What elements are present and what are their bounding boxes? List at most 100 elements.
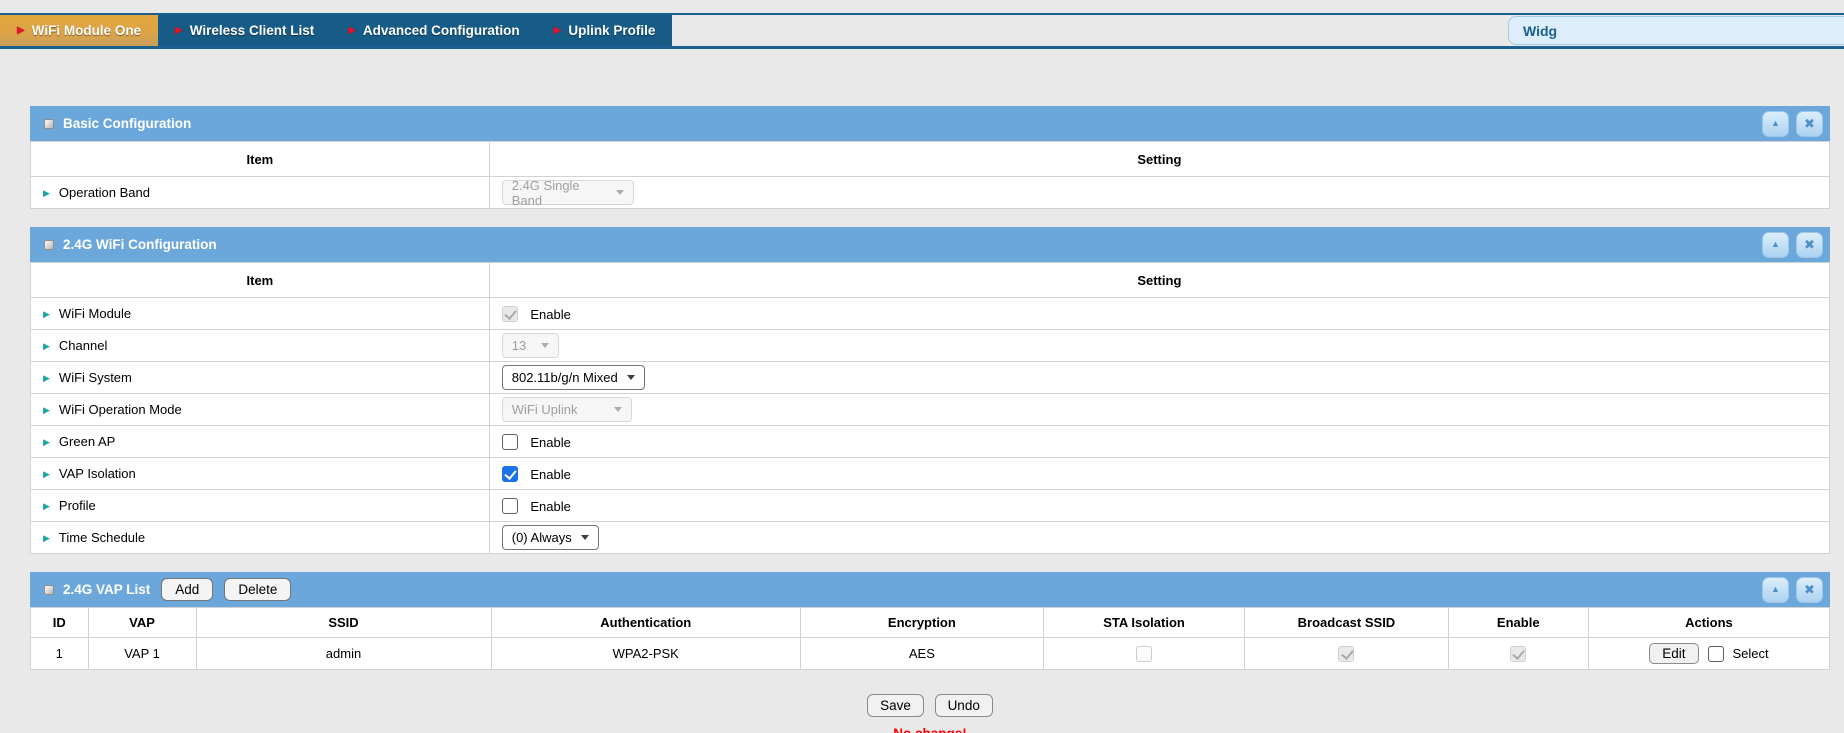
table-row: ▶Channel 13 — [31, 330, 1830, 362]
tab-advanced-configuration[interactable]: ▶ Advanced Configuration — [331, 15, 536, 46]
table-row: ▶WiFi Module Enable — [31, 298, 1830, 330]
wifi-module-enable-checkbox[interactable] — [502, 306, 518, 322]
wifi-operation-mode-label: ▶WiFi Operation Mode — [31, 394, 490, 426]
wifi-configuration-section: 2.4G WiFi Configuration ▲ ✖ Item Setting… — [30, 227, 1830, 554]
chevron-down-icon — [614, 407, 622, 412]
vap-enable-checkbox[interactable] — [1510, 646, 1526, 662]
vap-table-row: 1 VAP 1 admin WPA2-PSK AES Edit — [31, 638, 1830, 670]
tab-label: WiFi Module One — [32, 23, 141, 38]
status-message: No change! — [30, 726, 1830, 733]
column-header-ssid: SSID — [196, 608, 491, 638]
undo-button[interactable]: Undo — [935, 694, 993, 717]
delete-button[interactable]: Delete — [224, 578, 291, 601]
collapse-button[interactable]: ▲ — [1762, 232, 1789, 258]
section-square-icon — [44, 119, 54, 129]
operation-band-label: ▶Operation Band — [31, 177, 490, 209]
table-row: ▶Operation Band 2.4G Single Band — [31, 177, 1830, 209]
basic-configuration-header: Basic Configuration ▲ ✖ — [30, 106, 1830, 141]
operation-band-select[interactable]: 2.4G Single Band — [502, 180, 634, 205]
row-bullet-icon: ▶ — [43, 469, 50, 479]
row-bullet-icon: ▶ — [43, 533, 50, 543]
tab-uplink-profile[interactable]: ▶ Uplink Profile — [537, 15, 673, 46]
column-header-setting: Setting — [489, 142, 1829, 177]
basic-configuration-section: Basic Configuration ▲ ✖ Item Setting ▶Op… — [30, 106, 1830, 209]
vap-table-header-row: ID VAP SSID Authentication Encryption ST… — [31, 608, 1830, 638]
column-header-encryption: Encryption — [800, 608, 1043, 638]
nav-row: ▶ WiFi Module One ▶ Wireless Client List… — [0, 15, 1844, 46]
tab-label: Wireless Client List — [190, 23, 314, 38]
channel-select[interactable]: 13 — [502, 333, 559, 358]
vap-isolation-enable-checkbox[interactable] — [502, 466, 518, 482]
tab-arrow-icon: ▶ — [348, 26, 356, 36]
tab-label: Advanced Configuration — [363, 23, 520, 38]
top-bar: ▶ WiFi Module One ▶ Wireless Client List… — [0, 0, 1844, 49]
column-header-item: Item — [31, 142, 490, 177]
section-title: Basic Configuration — [63, 116, 191, 131]
select-checkbox[interactable] — [1708, 646, 1724, 662]
vap-list-table: ID VAP SSID Authentication Encryption ST… — [30, 607, 1830, 670]
collapse-arrow-icon: ▲ — [1771, 119, 1780, 128]
close-button[interactable]: ✖ — [1796, 111, 1823, 137]
broadcast-ssid-checkbox[interactable] — [1338, 646, 1354, 662]
column-header-authentication: Authentication — [491, 608, 800, 638]
chevron-down-icon — [616, 190, 624, 195]
basic-configuration-table: Item Setting ▶Operation Band 2.4G Single… — [30, 141, 1830, 209]
nav-tabs: ▶ WiFi Module One ▶ Wireless Client List… — [0, 15, 672, 46]
row-bullet-icon: ▶ — [43, 437, 50, 447]
chevron-down-icon — [581, 535, 589, 540]
time-schedule-select[interactable]: (0) Always — [502, 525, 599, 550]
column-header-item: Item — [31, 263, 490, 298]
collapse-button[interactable]: ▲ — [1762, 577, 1789, 603]
tab-wireless-client-list[interactable]: ▶ Wireless Client List — [158, 15, 331, 46]
row-bullet-icon: ▶ — [43, 341, 50, 351]
vap-list-section: 2.4G VAP List Add Delete ▲ ✖ ID VAP SSID… — [30, 572, 1830, 670]
time-schedule-label: ▶Time Schedule — [31, 522, 490, 554]
profile-enable-checkbox[interactable] — [502, 498, 518, 514]
add-button[interactable]: Add — [161, 578, 213, 601]
wifi-configuration-header: 2.4G WiFi Configuration ▲ ✖ — [30, 227, 1830, 262]
checkbox-label: Enable — [530, 435, 570, 450]
green-ap-enable-checkbox[interactable] — [502, 434, 518, 450]
close-icon: ✖ — [1804, 583, 1815, 596]
table-row: ▶VAP Isolation Enable — [31, 458, 1830, 490]
vap-id-cell: 1 — [31, 638, 89, 670]
wifi-system-select[interactable]: 802.11b/g/n Mixed — [502, 365, 645, 390]
column-header-broadcast-ssid: Broadcast SSID — [1245, 608, 1448, 638]
tab-label: Uplink Profile — [568, 23, 655, 38]
column-header-vap: VAP — [88, 608, 196, 638]
vap-isolation-label: ▶VAP Isolation — [31, 458, 490, 490]
tab-arrow-icon: ▶ — [554, 26, 562, 36]
checkbox-label: Enable — [530, 499, 570, 514]
row-bullet-icon: ▶ — [43, 188, 50, 198]
main-content: Basic Configuration ▲ ✖ Item Setting ▶Op… — [30, 106, 1830, 670]
edit-button[interactable]: Edit — [1649, 643, 1698, 664]
profile-label: ▶Profile — [31, 490, 490, 522]
close-button[interactable]: ✖ — [1796, 232, 1823, 258]
chevron-down-icon — [627, 375, 635, 380]
close-button[interactable]: ✖ — [1796, 577, 1823, 603]
row-bullet-icon: ▶ — [43, 309, 50, 319]
vap-name-cell: VAP 1 — [88, 638, 196, 670]
wifi-operation-mode-select[interactable]: WiFi Uplink — [502, 397, 632, 422]
column-header-enable: Enable — [1448, 608, 1588, 638]
column-header-actions: Actions — [1588, 608, 1829, 638]
vap-encryption-cell: AES — [800, 638, 1043, 670]
sta-isolation-checkbox[interactable] — [1136, 646, 1152, 662]
tab-arrow-icon: ▶ — [17, 26, 25, 36]
tab-wifi-module-one[interactable]: ▶ WiFi Module One — [0, 15, 158, 46]
collapse-button[interactable]: ▲ — [1762, 111, 1789, 137]
checkbox-label: Enable — [530, 307, 570, 322]
save-button[interactable]: Save — [867, 694, 924, 717]
vap-authentication-cell: WPA2-PSK — [491, 638, 800, 670]
column-header-sta-isolation: STA Isolation — [1043, 608, 1244, 638]
widget-button[interactable]: Widg — [1508, 16, 1844, 45]
top-strip — [0, 0, 1844, 13]
table-row: ▶Green AP Enable — [31, 426, 1830, 458]
vap-list-header: 2.4G VAP List Add Delete ▲ ✖ — [30, 572, 1830, 607]
row-bullet-icon: ▶ — [43, 501, 50, 511]
green-ap-label: ▶Green AP — [31, 426, 490, 458]
vap-ssid-cell: admin — [196, 638, 491, 670]
wifi-module-label: ▶WiFi Module — [31, 298, 490, 330]
nav-divider-bottom — [0, 46, 1844, 49]
section-square-icon — [44, 585, 54, 595]
